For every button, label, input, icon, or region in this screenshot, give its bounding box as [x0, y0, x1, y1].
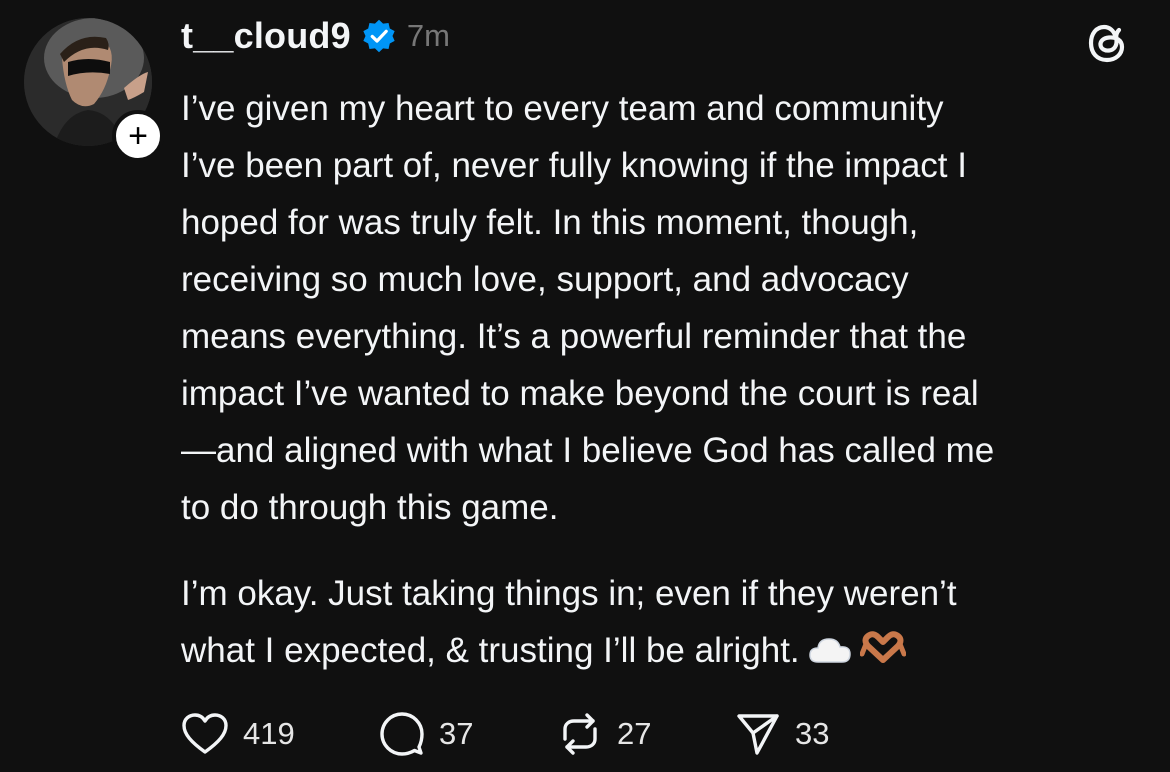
heart-hands-emoji-icon: [859, 631, 906, 663]
cloud-emoji-icon: [808, 638, 851, 663]
like-count: 419: [243, 716, 295, 751]
post-paragraph-2: I’m okay. Just taking things in; even if…: [181, 565, 1141, 679]
username[interactable]: t__cloud9: [181, 15, 351, 57]
like-button[interactable]: 419: [181, 712, 379, 756]
post-timestamp: 7m: [406, 18, 450, 53]
post-header: t__cloud9 7m: [181, 14, 450, 58]
post-body: I’ve given my heart to every team and co…: [181, 80, 1141, 679]
send-paper-plane-icon: [737, 714, 779, 755]
share-button[interactable]: 33: [735, 711, 895, 757]
author-avatar-container[interactable]: +: [24, 18, 164, 162]
heart-icon: [182, 713, 228, 754]
reply-count: 37: [439, 716, 474, 751]
post-actions-bar: 419 37 27 33: [181, 710, 895, 758]
repost-count: 27: [617, 716, 652, 751]
repost-button[interactable]: 27: [557, 711, 735, 757]
threads-logo-icon[interactable]: [1082, 18, 1132, 68]
verified-badge-icon: [363, 19, 395, 53]
follow-plus-button[interactable]: +: [112, 110, 164, 162]
repost-icon: [563, 713, 597, 755]
share-count: 33: [795, 716, 830, 751]
post-paragraph-1: I’ve given my heart to every team and co…: [181, 89, 995, 527]
reply-button[interactable]: 37: [379, 711, 557, 757]
comment-bubble-icon: [380, 712, 424, 756]
